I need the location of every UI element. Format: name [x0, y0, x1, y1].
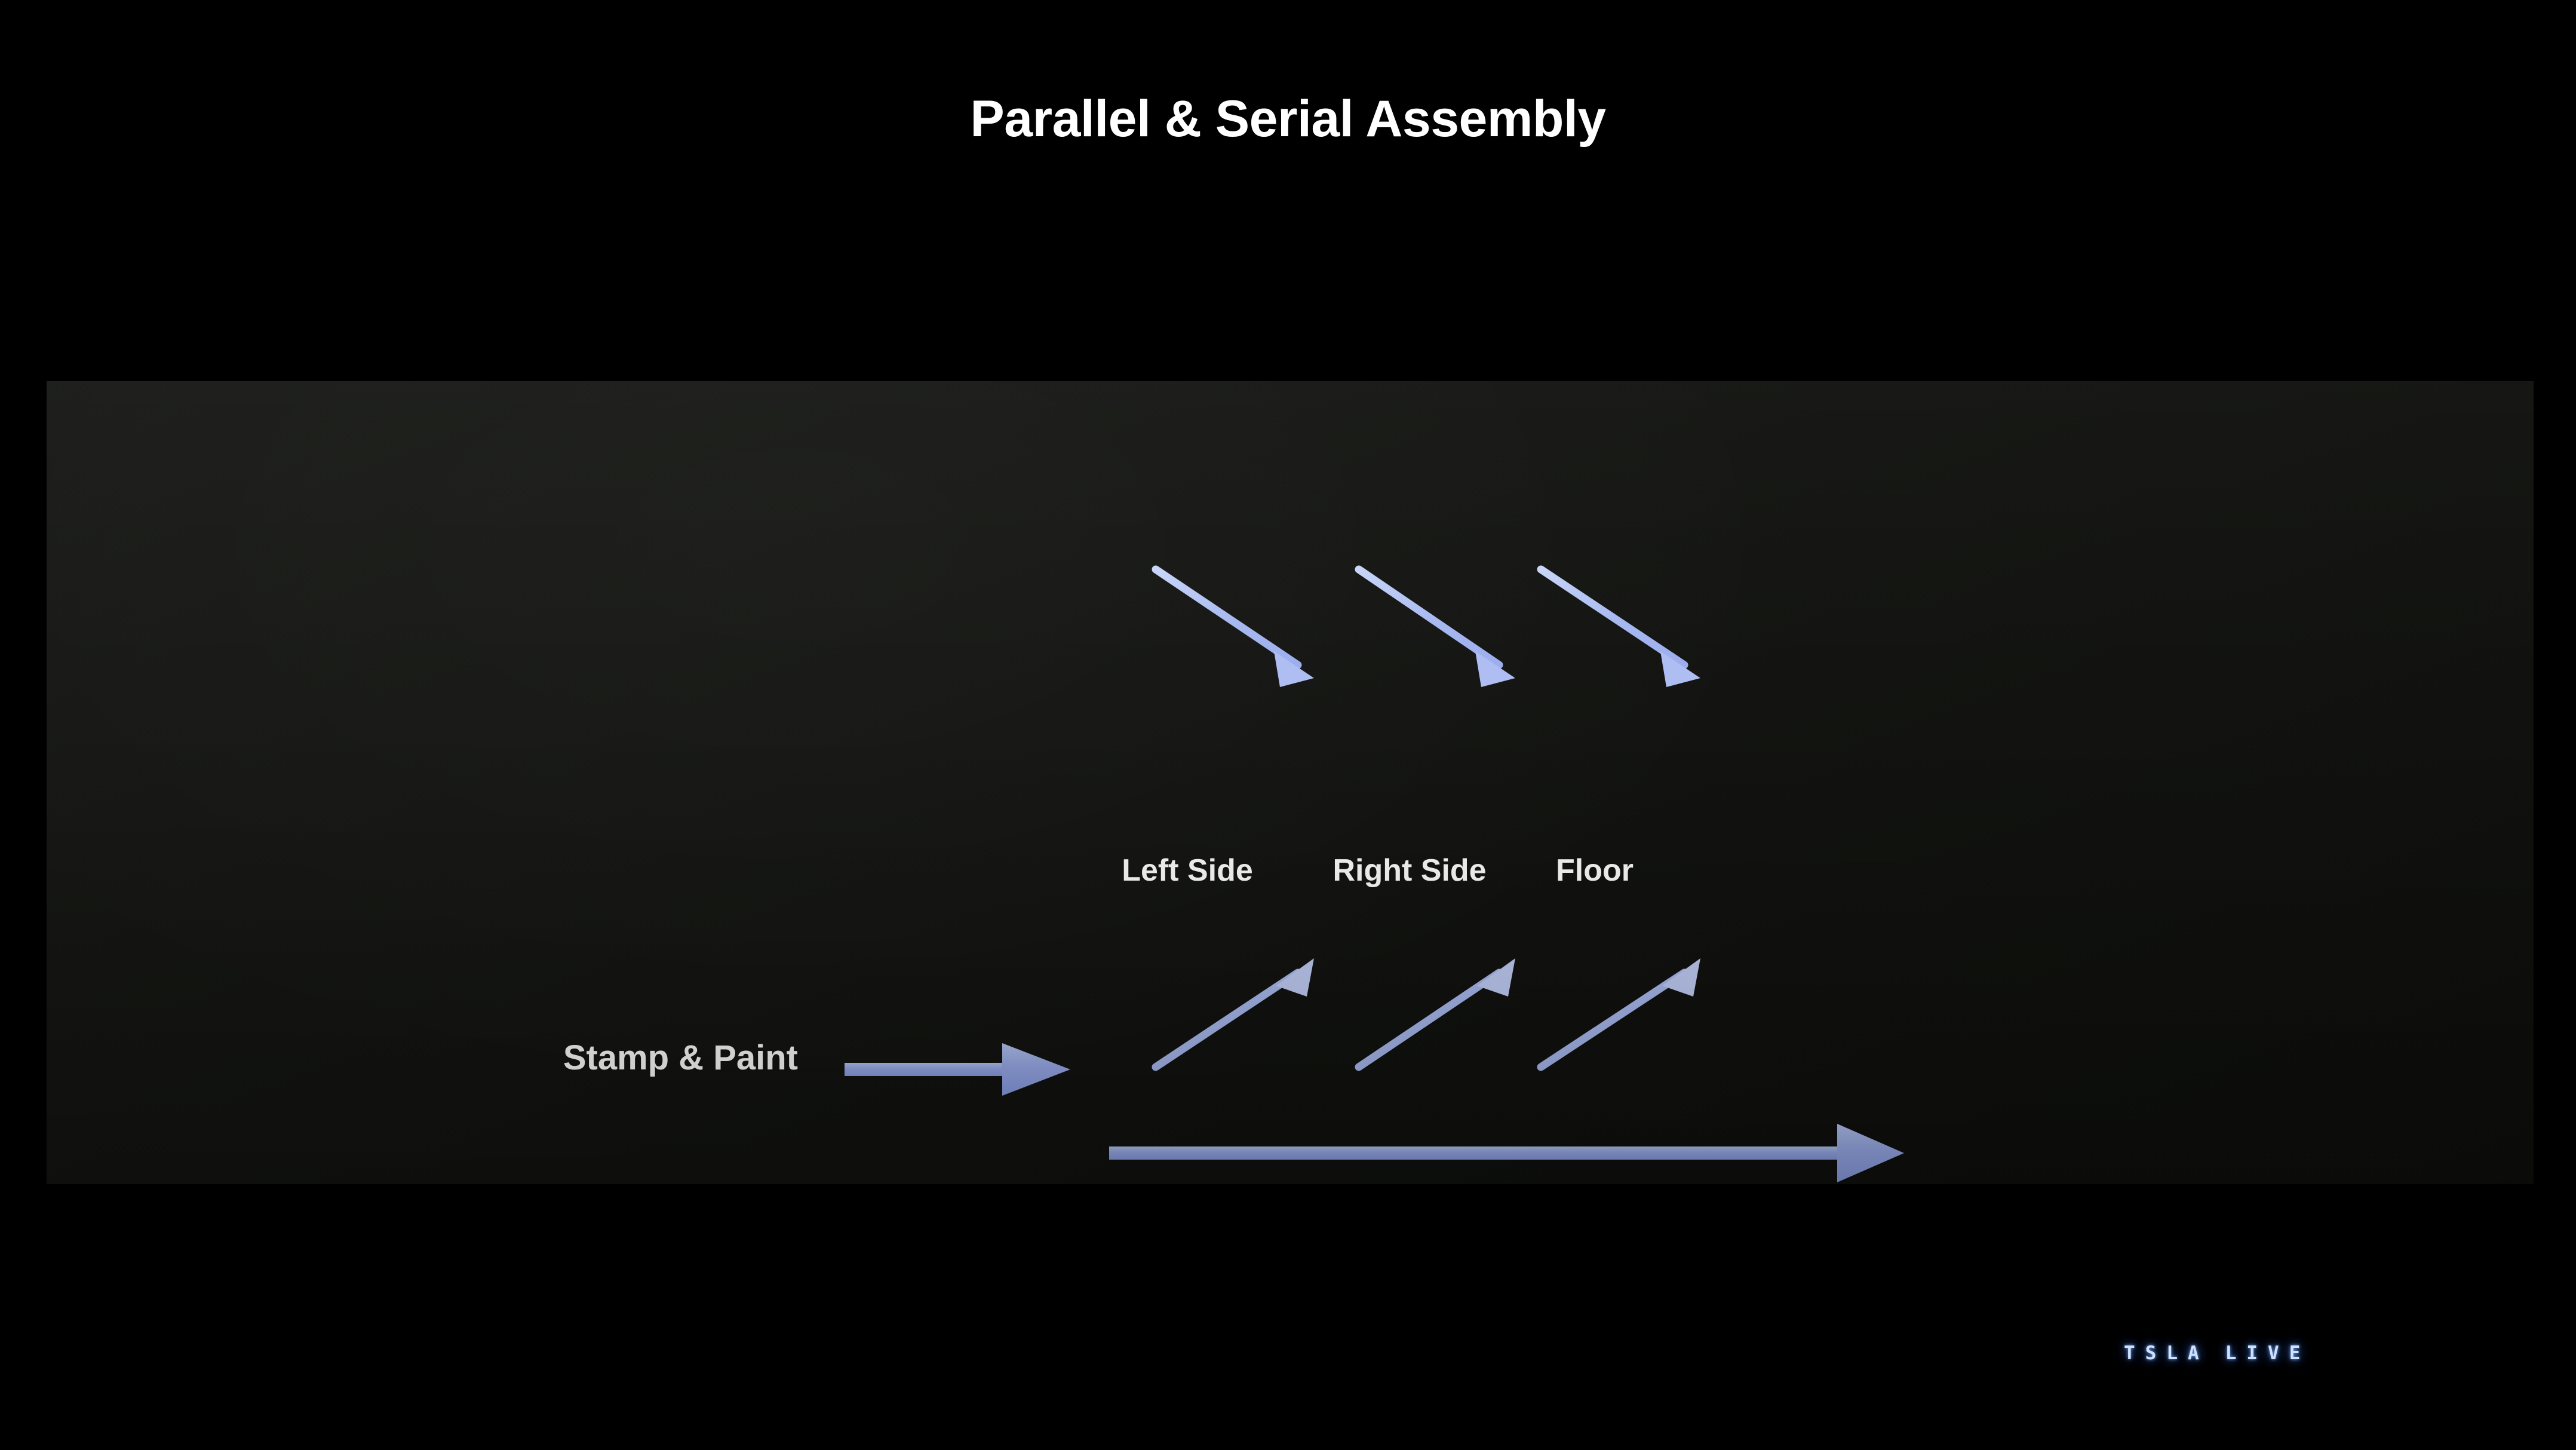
watermark-char: A	[2188, 1342, 2199, 1364]
branch-label-left-side: Left Side	[1122, 853, 1253, 888]
watermark-char: V	[2268, 1342, 2279, 1364]
branch-arrow-left-side	[1152, 565, 1314, 687]
watermark-char: T	[2124, 1342, 2135, 1364]
branch-arrow-front	[1152, 958, 1314, 1071]
watermark-char: S	[2145, 1342, 2157, 1364]
watermark-word-tsla: TSLA	[2124, 1342, 2199, 1364]
watermark-char: I	[2246, 1342, 2258, 1364]
assembly-flow-diagram	[845, 565, 1904, 1182]
branch-arrow-right-side	[1355, 565, 1515, 687]
input-label-stamp-and-paint: Stamp & Paint	[563, 1038, 798, 1077]
tsla-live-watermark: TSLA LIVE	[2124, 1342, 2300, 1364]
watermark-char: L	[2225, 1342, 2237, 1364]
slide-root: Parallel & Serial Assembly Left Side Rig…	[0, 0, 2576, 1450]
branch-label-right-side: Right Side	[1332, 853, 1487, 888]
branch-arrow-rear	[1355, 958, 1515, 1071]
spine-arrow-vehicle-assembly	[1109, 1124, 1904, 1182]
branch-arrow-other	[1537, 958, 1700, 1071]
watermark-char: E	[2289, 1342, 2301, 1364]
branch-label-floor: Floor	[1556, 853, 1634, 888]
diagram-panel: Left Side Right Side Floor Front Rear Ot…	[47, 381, 2534, 1184]
branch-arrow-floor	[1537, 565, 1700, 687]
feeder-arrow-stamp-paint	[845, 1043, 1070, 1096]
watermark-char: L	[2166, 1342, 2178, 1364]
watermark-word-live: LIVE	[2225, 1342, 2301, 1364]
page-title: Parallel & Serial Assembly	[970, 90, 1606, 148]
